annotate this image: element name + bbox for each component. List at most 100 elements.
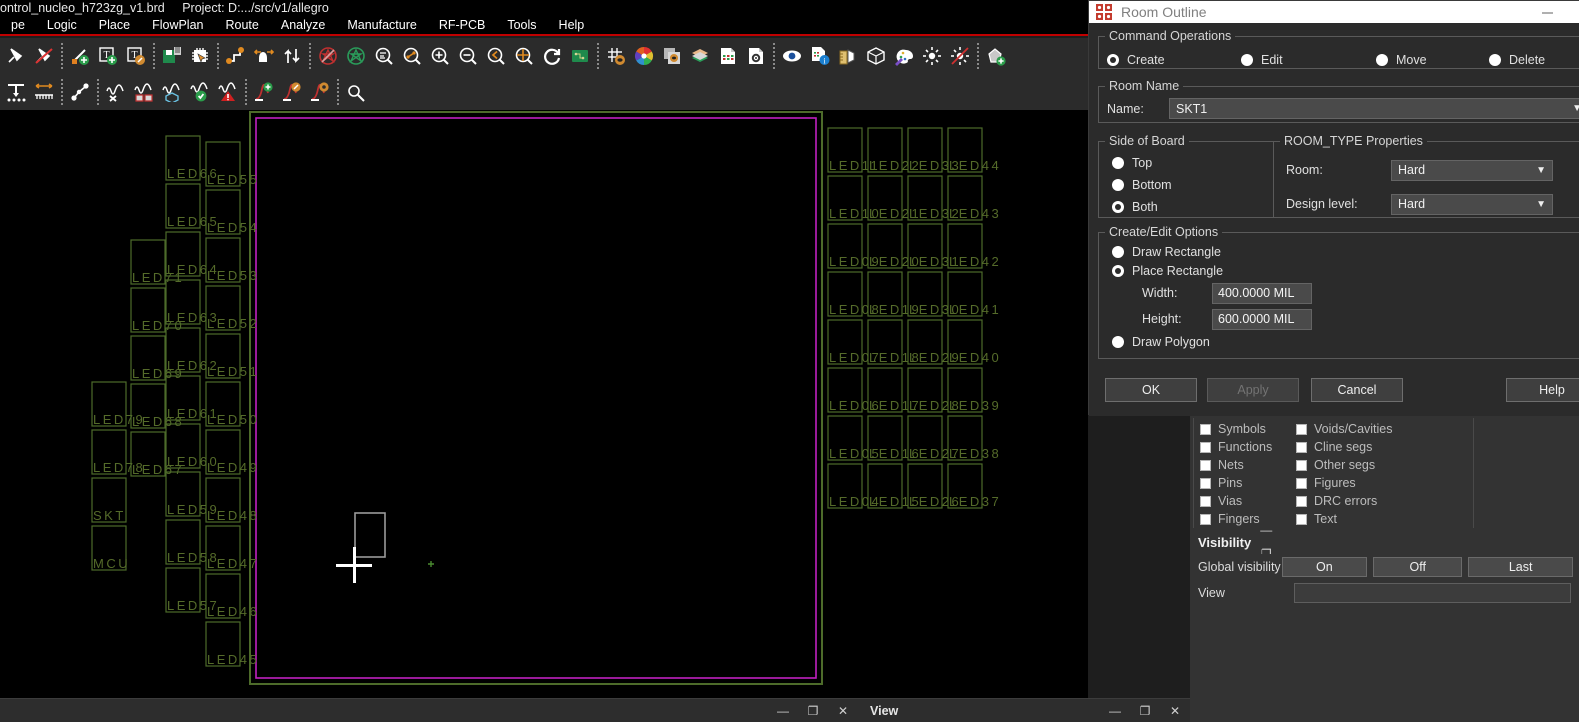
draw-polygon-option[interactable]: Draw Polygon: [1112, 332, 1579, 351]
find-filter-text[interactable]: Text: [1296, 510, 1393, 528]
board-icon[interactable]: [566, 41, 594, 71]
global-visibility-last-button[interactable]: Last: [1468, 557, 1574, 577]
display-icon[interactable]: [778, 41, 806, 71]
text-edit-icon[interactable]: T: [122, 41, 150, 71]
zoom-out-icon[interactable]: [454, 41, 482, 71]
height-input[interactable]: 600.0000 MIL: [1212, 308, 1312, 330]
room-name-combo[interactable]: SKT1 ▼: [1169, 98, 1579, 119]
signal-tool-icon[interactable]: [102, 77, 130, 107]
global-visibility-off-button[interactable]: Off: [1373, 557, 1463, 577]
zoom-previous-icon[interactable]: [482, 41, 510, 71]
command-operation-edit[interactable]: Edit: [1241, 53, 1283, 67]
pcb-design-canvas[interactable]: LED79 LED78 SKT MCU LED71 LED70 LED69 LED68 LED6…: [0, 110, 1088, 698]
checkbox-icon[interactable]: [1296, 495, 1307, 507]
radio-top[interactable]: [1112, 157, 1124, 169]
radio-bottom[interactable]: [1112, 179, 1124, 191]
close-button[interactable]: ✕: [1160, 699, 1190, 722]
global-visibility-on-button[interactable]: On: [1281, 557, 1368, 577]
3d-view-icon[interactable]: [862, 41, 890, 71]
signal-library-icon[interactable]: [130, 77, 158, 107]
find-filter-nets[interactable]: Nets: [1200, 456, 1272, 474]
datum-icon[interactable]: [2, 77, 30, 107]
radio-edit[interactable]: [1241, 54, 1253, 66]
color-wheel-icon[interactable]: [630, 41, 658, 71]
shape-delete-icon[interactable]: [314, 41, 342, 71]
checkbox-icon[interactable]: [1200, 477, 1211, 489]
find-filter-symbols[interactable]: Symbols: [1200, 420, 1272, 438]
room-type-field-combo[interactable]: Hard ▼: [1391, 159, 1553, 181]
width-input[interactable]: 400.0000 MIL: [1212, 282, 1312, 304]
zoom-center-icon[interactable]: [510, 41, 538, 71]
menu-item-analyze[interactable]: Analyze: [270, 16, 336, 34]
shape-add-icon[interactable]: [342, 41, 370, 71]
pin-icon[interactable]: [2, 41, 30, 71]
menu-item-place[interactable]: Place: [88, 16, 141, 34]
zoom-in-icon[interactable]: [426, 41, 454, 71]
measure-icon[interactable]: [834, 41, 862, 71]
side-of-board-top[interactable]: Top: [1112, 152, 1273, 174]
pin-delete-icon[interactable]: [30, 41, 58, 71]
find-filter-other-segs[interactable]: Other segs: [1296, 456, 1393, 474]
radio-delete[interactable]: [1489, 54, 1501, 66]
grid-toggle-icon[interactable]: [602, 41, 630, 71]
curve-edit-icon[interactable]: [278, 77, 306, 107]
menu-item-manufacture[interactable]: Manufacture: [336, 16, 427, 34]
layers-icon[interactable]: [686, 41, 714, 71]
radio-create[interactable]: [1107, 54, 1119, 66]
setup-icon[interactable]: [742, 41, 770, 71]
draw-rectangle-radio[interactable]: [1112, 245, 1124, 258]
dialog-minimize-button[interactable]: [1527, 1, 1567, 23]
checkbox-icon[interactable]: [1200, 495, 1211, 507]
find-filter-cline-segs[interactable]: Cline segs: [1296, 438, 1393, 456]
checkbox-icon[interactable]: [1200, 459, 1211, 471]
minimize-button[interactable]: —: [768, 699, 798, 722]
checkbox-icon[interactable]: [1200, 423, 1211, 435]
place-rectangle-radio[interactable]: [1112, 264, 1124, 277]
curve-setup-icon[interactable]: [306, 77, 334, 107]
line-add-icon[interactable]: [66, 41, 94, 71]
minimize-button[interactable]: —: [1251, 518, 1281, 542]
close-button[interactable]: ✕: [828, 699, 858, 722]
place-rectangle-option[interactable]: Place Rectangle: [1112, 261, 1579, 280]
shape-new-icon[interactable]: [982, 41, 1010, 71]
view-input[interactable]: [1294, 583, 1571, 603]
find-filter-pins[interactable]: Pins: [1200, 474, 1272, 492]
minimize-button[interactable]: —: [1100, 699, 1130, 722]
net-route-icon[interactable]: [222, 41, 250, 71]
menu-item-pe[interactable]: pe: [0, 16, 36, 34]
highlight-on-icon[interactable]: [918, 41, 946, 71]
signal-error-icon[interactable]: [214, 77, 242, 107]
curve-add-icon[interactable]: [250, 77, 278, 107]
menu-item-tools[interactable]: Tools: [496, 16, 547, 34]
find-filter-voids-cavities[interactable]: Voids/Cavities: [1296, 420, 1393, 438]
zoom-fit-icon[interactable]: [370, 41, 398, 71]
component-select-icon[interactable]: [186, 41, 214, 71]
text-add-icon[interactable]: T: [94, 41, 122, 71]
command-operation-create[interactable]: Create: [1107, 53, 1165, 67]
menu-item-route[interactable]: Route: [215, 16, 270, 34]
checkbox-icon[interactable]: [1296, 423, 1307, 435]
draw-polygon-radio[interactable]: [1112, 335, 1124, 348]
apply-button[interactable]: Apply: [1207, 378, 1299, 402]
property-info-icon[interactable]: i: [806, 41, 834, 71]
subclass-icon[interactable]: [658, 41, 686, 71]
ratsnest-icon[interactable]: [66, 77, 94, 107]
find-filter-functions[interactable]: Functions: [1200, 438, 1272, 456]
find-filter-vias[interactable]: Vias: [1200, 492, 1272, 510]
checkbox-icon[interactable]: [1296, 441, 1307, 453]
checkbox-icon[interactable]: [1200, 441, 1211, 453]
room-type-field-combo[interactable]: Hard ▼: [1391, 193, 1553, 215]
checkbox-icon[interactable]: [1296, 459, 1307, 471]
restore-button[interactable]: ❐: [1130, 699, 1160, 722]
menu-item-flowplan[interactable]: FlowPlan: [141, 16, 214, 34]
find-filter-drc-errors[interactable]: DRC errors: [1296, 492, 1393, 510]
color-palette-icon[interactable]: [890, 41, 918, 71]
checkbox-icon[interactable]: [1296, 477, 1307, 489]
drag-icon[interactable]: [250, 41, 278, 71]
highlight-off-icon[interactable]: [946, 41, 974, 71]
radio-both[interactable]: [1112, 201, 1124, 213]
checkbox-icon[interactable]: [1296, 513, 1307, 525]
ok-button[interactable]: OK: [1105, 378, 1197, 402]
menu-item-rf-pcb[interactable]: RF-PCB: [428, 16, 497, 34]
help-button[interactable]: Help: [1506, 378, 1579, 402]
